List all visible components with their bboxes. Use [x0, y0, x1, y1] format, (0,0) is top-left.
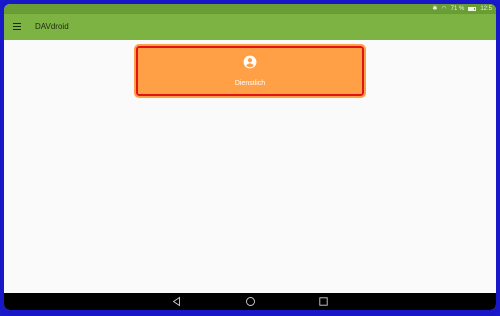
- battery-icon: [468, 7, 477, 11]
- home-icon[interactable]: [245, 296, 256, 307]
- account-circle-icon: [243, 55, 257, 69]
- account-list: Dienstlich: [4, 40, 496, 310]
- account-name: Dienstlich: [234, 80, 266, 87]
- wifi-icon: ◠: [441, 6, 447, 12]
- status-icons: ✱ ◠ 71 % 12:5: [432, 4, 492, 14]
- app-title: DAVdroid: [35, 22, 69, 31]
- back-icon[interactable]: [171, 296, 182, 307]
- bluetooth-icon: ✱: [432, 6, 438, 12]
- screen: ✱ ◠ 71 % 12:5 DAVdroid Dienstlich: [4, 4, 496, 310]
- menu-icon[interactable]: [13, 22, 22, 31]
- status-bar: ✱ ◠ 71 % 12:5: [4, 4, 496, 14]
- battery-percent: 71 %: [450, 6, 465, 12]
- status-time: 12:5: [480, 6, 492, 12]
- app-bar: DAVdroid: [4, 14, 496, 40]
- device-frame: ✱ ◠ 71 % 12:5 DAVdroid Dienstlich: [0, 0, 500, 316]
- account-card-dienstlich[interactable]: Dienstlich: [134, 44, 366, 98]
- navigation-bar: [4, 293, 496, 310]
- recents-icon[interactable]: [318, 296, 329, 307]
